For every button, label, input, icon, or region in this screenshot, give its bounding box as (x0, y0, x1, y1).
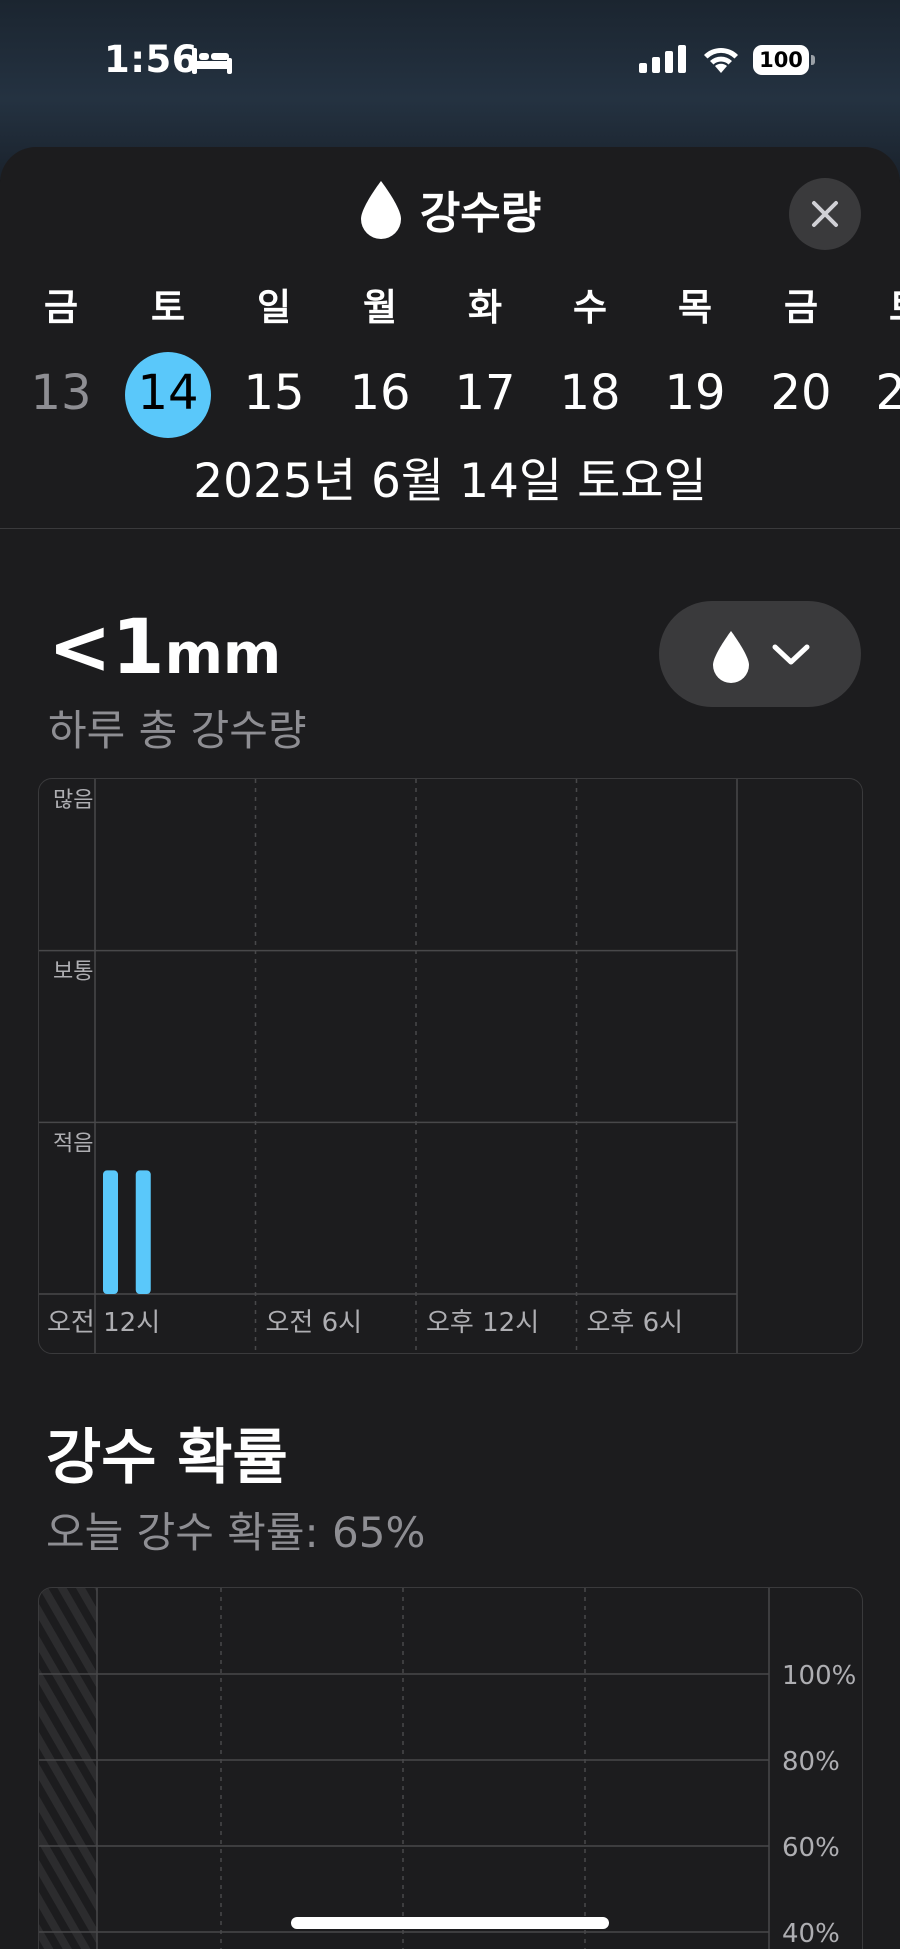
weekday-label: 수 (572, 286, 608, 329)
y-tick-label: 40% (782, 1919, 840, 1949)
close-button[interactable] (789, 178, 861, 250)
y-tick-label: 60% (782, 1833, 840, 1863)
battery-level: 100 (759, 48, 803, 72)
home-indicator[interactable] (291, 1917, 609, 1929)
weekday-label: 금 (43, 286, 79, 329)
precipitation-sheet: 강수량 금 토 일 월 화 수 목 금 토 13 14 15 16 17 18 … (0, 147, 900, 1949)
weekday-label: 토 (866, 277, 900, 331)
precipitation-chart-svg: 많음보통적음오전 12시 오전 6시 오후 12시 오후 6시 (39, 779, 738, 1353)
bed-icon (192, 48, 232, 74)
raindrop-icon (360, 181, 401, 239)
x-tick-label: 오후 6시 (587, 1308, 684, 1338)
weekday-label: 목 (677, 286, 713, 329)
y-category-label: 보통 (53, 960, 93, 985)
weekday-label: 일 (256, 286, 292, 329)
status-time: 1:56 (104, 38, 199, 81)
x-tick-label: 오후 12시 (426, 1308, 539, 1338)
raindrop-icon (713, 631, 749, 683)
weekday-label: 월 (362, 286, 398, 329)
weekday-label: 화 (467, 286, 503, 329)
metric-selector-button[interactable] (659, 601, 861, 707)
date-item-selected[interactable]: 14 (123, 365, 213, 421)
past-time-hatch (39, 1588, 97, 1949)
divider (0, 528, 900, 529)
selected-full-date: 2025년 6월 14일 토요일 (193, 454, 707, 509)
amount-label: 하루 총 강수량 (48, 706, 307, 755)
date-item[interactable]: 17 (440, 365, 530, 421)
precipitation-bar (135, 1170, 151, 1294)
probability-title: 강수 확률 (46, 1423, 288, 1493)
x-tick-label: 오전 6시 (266, 1308, 363, 1338)
date-item[interactable]: 21 (861, 365, 900, 421)
status-bar: 1:56 100 (0, 0, 900, 120)
precipitation-amount-chart: 많음보통적음오전 12시 오전 6시 오후 12시 오후 6시 (38, 778, 863, 1354)
date-item[interactable]: 19 (650, 365, 740, 421)
date-row: 13 14 15 16 17 18 19 20 21 (0, 352, 900, 442)
weekday-label: 토 (150, 286, 186, 329)
sheet-header: 강수량 (0, 147, 900, 250)
weekday-row: 금 토 일 월 화 수 목 금 토 (0, 277, 900, 329)
date-item[interactable]: 20 (756, 365, 846, 421)
daily-total-amount: <1mm (48, 602, 281, 691)
date-item[interactable]: 18 (545, 365, 635, 421)
amount-unit: mm (164, 622, 282, 687)
battery-indicator: 100 (753, 45, 815, 75)
date-item[interactable]: 15 (229, 365, 319, 421)
y-tick-label: 100% (782, 1661, 856, 1691)
chevron-down-icon (772, 644, 810, 665)
close-icon (812, 201, 838, 227)
wifi-icon (704, 47, 738, 73)
probability-chart-svg: 100% 80% 60% 40% (39, 1588, 856, 1949)
date-item[interactable]: 16 (335, 365, 425, 421)
probability-subtitle: 오늘 강수 확률: 65% (46, 1508, 426, 1557)
cellular-signal-icon (639, 45, 686, 73)
precipitation-probability-chart: 100% 80% 60% 40% (38, 1587, 863, 1949)
y-category-label: 많음 (53, 788, 93, 813)
y-category-label: 적음 (53, 1131, 93, 1156)
x-tick-label: 오전 12시 (47, 1308, 160, 1338)
y-tick-label: 80% (782, 1747, 840, 1777)
sheet-title: 강수량 (419, 188, 542, 239)
date-item[interactable]: 13 (16, 365, 106, 421)
amount-value: <1 (48, 602, 165, 691)
weekday-label: 금 (783, 286, 819, 329)
precipitation-bar (103, 1170, 118, 1294)
